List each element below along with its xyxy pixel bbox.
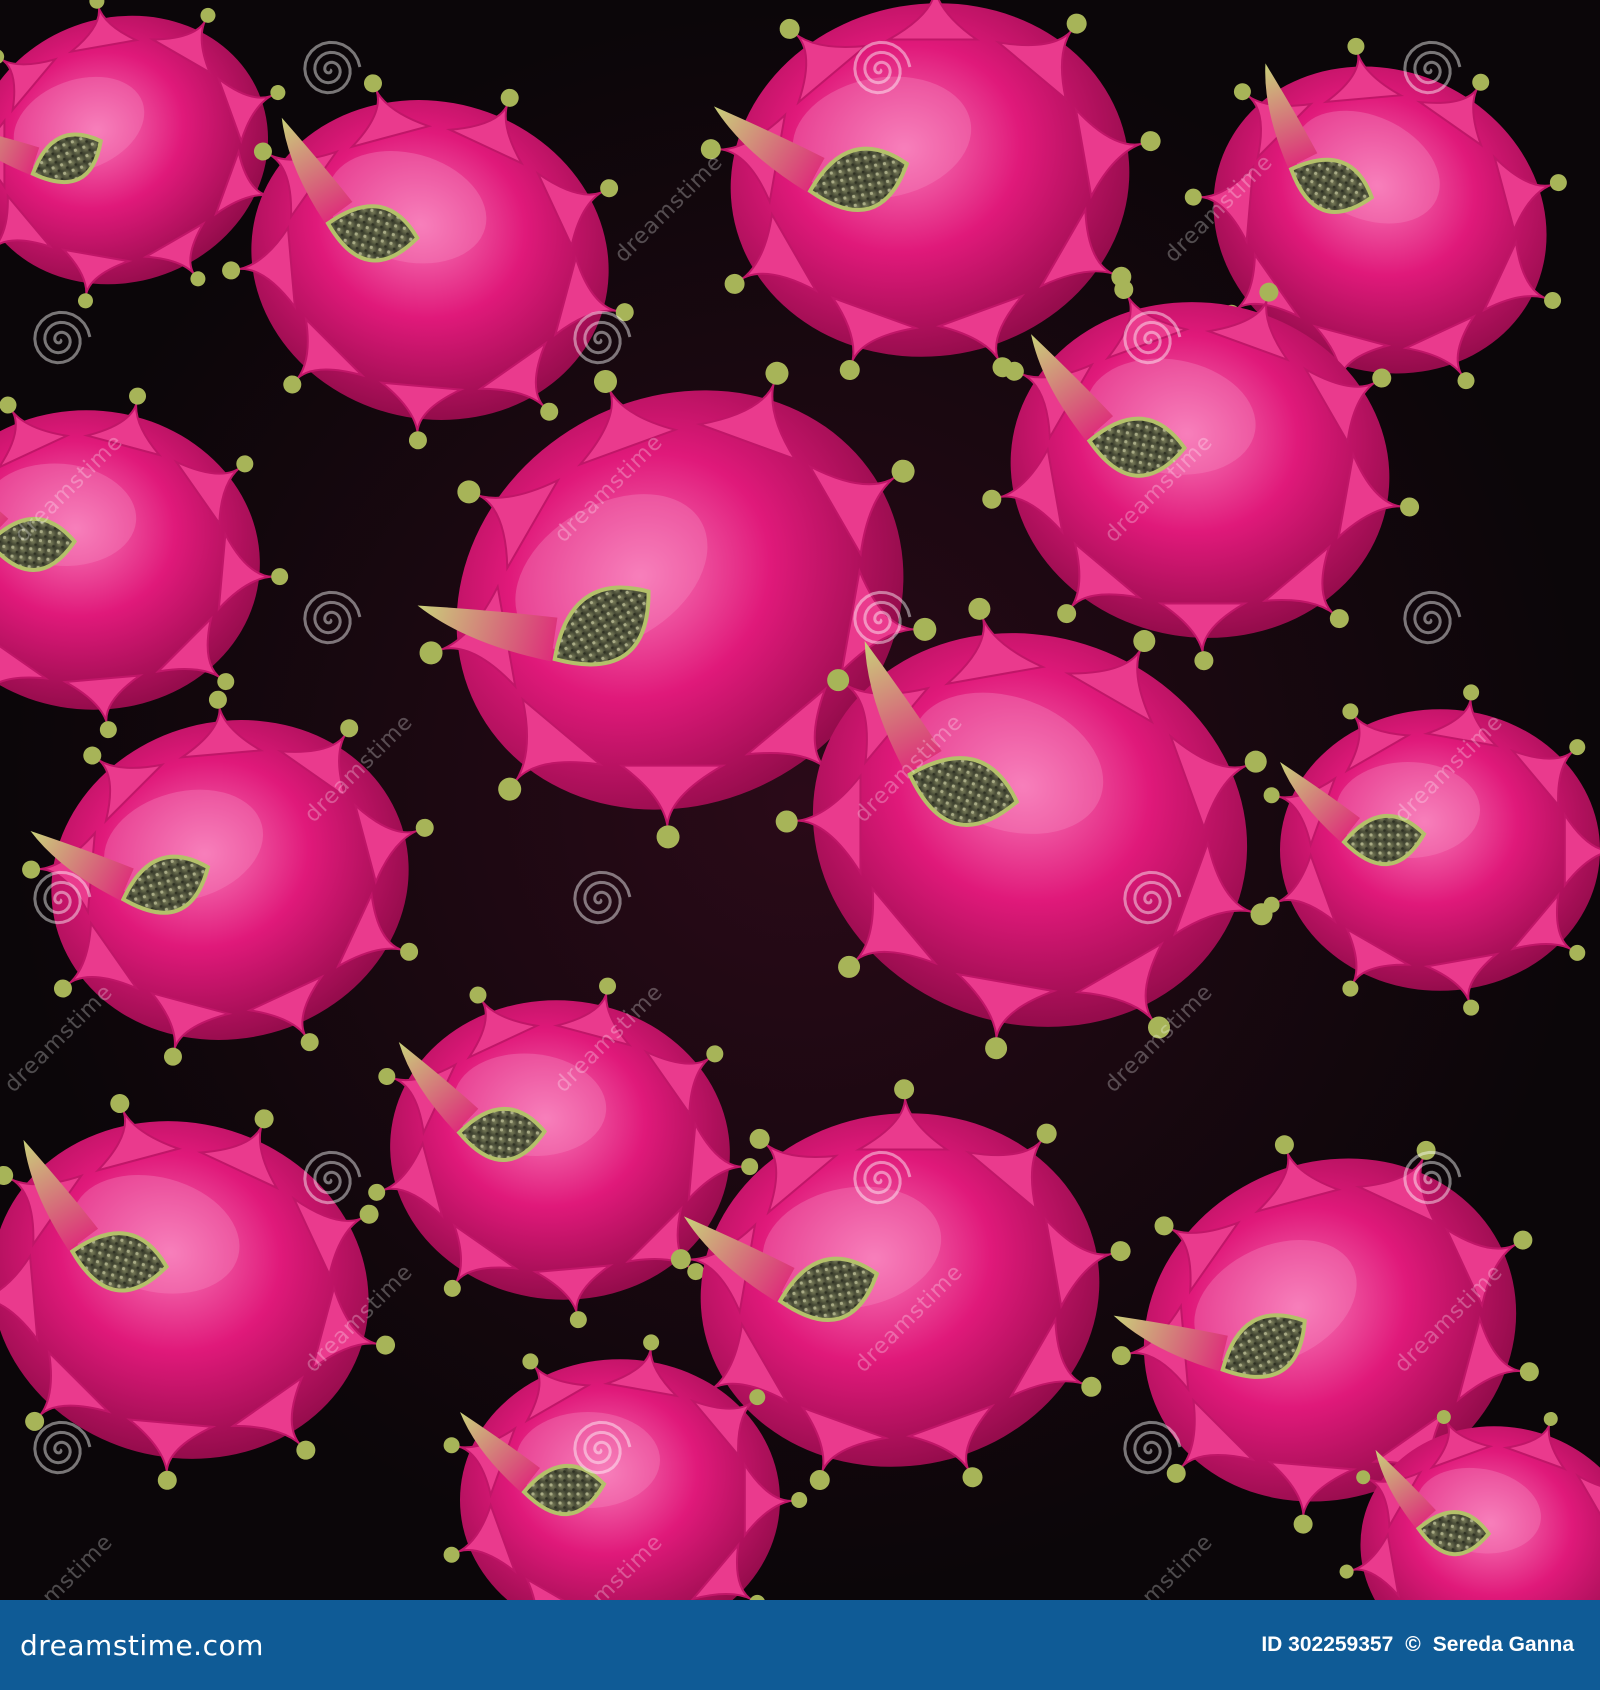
image-id: ID 302259357 — [1261, 1633, 1394, 1656]
footer-credit: ID 302259357 © Sereda Ganna — [1261, 1633, 1574, 1657]
dragon-fruit — [1263, 684, 1600, 1016]
dragon-fruit-photo: dreamstime dreamstime dreamstime dreamstime… — [0, 0, 1600, 1600]
stock-footer-bar: dreamstime.com ID 302259357 © Sereda Gan… — [0, 1600, 1600, 1690]
dragon-fruit — [22, 690, 434, 1066]
dragon-fruit — [0, 387, 289, 739]
dragon-fruit — [0, 1094, 396, 1490]
copyright-symbol: © — [1405, 1633, 1421, 1656]
fruit-pile — [0, 0, 1600, 1600]
footer-logo: dreamstime.com — [20, 1628, 264, 1662]
author-name: Sereda Ganna — [1432, 1633, 1574, 1656]
